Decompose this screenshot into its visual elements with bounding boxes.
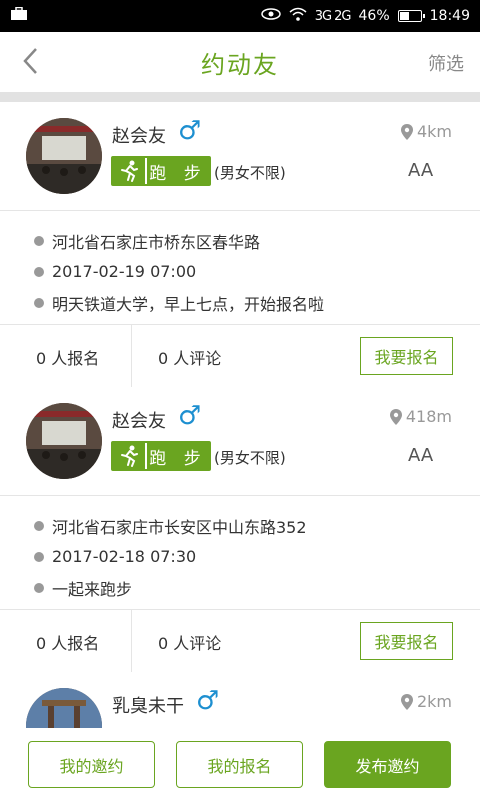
my-invites-button[interactable]: 我的邀约	[28, 741, 155, 788]
location-pin-icon	[389, 408, 402, 425]
avatar[interactable]	[26, 403, 102, 479]
location-pin-icon	[400, 693, 413, 710]
male-icon: ♂	[178, 401, 202, 431]
description: 一起来跑步	[52, 579, 133, 599]
bullet	[34, 235, 44, 246]
address: 河北省石家庄市桥东区春华路	[52, 232, 261, 252]
runner-icon	[113, 158, 145, 184]
location-pin-icon	[400, 123, 413, 140]
activity-label: 跑 步	[145, 158, 209, 184]
datetime: 2017-02-18 07:30	[52, 547, 197, 566]
distance: 418m	[389, 407, 452, 426]
briefcase-icon	[10, 6, 28, 25]
my-signups-button[interactable]: 我的报名	[176, 741, 303, 788]
publish-invite-button[interactable]: 发布邀约	[324, 741, 451, 788]
separator	[131, 325, 132, 389]
avatar[interactable]	[26, 688, 102, 728]
datetime: 2017-02-19 07:00	[52, 262, 197, 281]
invite-card[interactable]: 赵会友 ♂ 4km 跑 步 (男女不限) AA 河北省石家庄市桥东区春华路 20…	[0, 102, 480, 389]
wifi-icon	[289, 7, 307, 25]
separator	[131, 610, 132, 674]
details: 河北省石家庄市长安区中山东路352 2017-02-18 07:30 一起来跑步	[0, 496, 480, 609]
fee-type: AA	[408, 160, 434, 181]
invite-card[interactable]: 乳臭未干 ♂ 2km	[0, 672, 480, 728]
bottom-bar: 我的邀约 我的报名 发布邀约	[0, 728, 480, 800]
bullet	[34, 551, 44, 562]
bullet	[34, 297, 44, 308]
male-icon: ♂	[196, 686, 220, 716]
datetime-row: 2017-02-18 07:30	[34, 541, 480, 572]
clock: 18:49	[429, 8, 470, 24]
comment-count[interactable]: 0 人评论	[158, 610, 221, 674]
battery-percent: 46%	[358, 8, 390, 24]
description-row: 明天铁道大学，早上七点，开始报名啦	[34, 287, 480, 318]
eye-icon	[260, 8, 281, 24]
distance-value: 2km	[416, 692, 452, 711]
distance-value: 4km	[416, 122, 452, 141]
status-bar: 3G 2G 46% 18:49	[0, 0, 480, 32]
filter-button[interactable]: 筛选	[428, 50, 464, 76]
user-name: 赵会友	[112, 126, 166, 147]
nav-shadow	[0, 92, 480, 102]
bullet	[34, 582, 44, 593]
card-actions: 0 人报名 0 人评论 我要报名	[0, 609, 480, 674]
battery-icon	[397, 10, 425, 22]
datetime-row: 2017-02-19 07:00	[34, 256, 480, 287]
back-arrow-icon[interactable]	[18, 46, 48, 76]
description-row: 一起来跑步	[34, 572, 480, 603]
activity-badge: 跑 步	[111, 156, 211, 186]
comment-count[interactable]: 0 人评论	[158, 325, 221, 389]
page-title: 约动友	[201, 50, 279, 79]
card-actions: 0 人报名 0 人评论 我要报名	[0, 324, 480, 389]
signal-label: 3G 2G	[314, 8, 352, 24]
gender-limit: (男女不限)	[214, 449, 286, 467]
address-row: 河北省石家庄市长安区中山东路352	[34, 510, 480, 541]
activity-badge: 跑 步	[111, 441, 211, 471]
avatar[interactable]	[26, 118, 102, 194]
distance-value: 418m	[405, 407, 452, 426]
address-row: 河北省石家庄市桥东区春华路	[34, 225, 480, 256]
signup-count[interactable]: 0 人报名	[36, 610, 99, 674]
details: 河北省石家庄市桥东区春华路 2017-02-19 07:00 明天铁道大学，早上…	[0, 211, 480, 324]
invite-card[interactable]: 赵会友 ♂ 418m 跑 步 (男女不限) AA 河北省石家庄市长安区中山东路3…	[0, 387, 480, 674]
bullet	[34, 266, 44, 277]
user-name: 乳臭未干	[112, 696, 184, 717]
gender-limit: (男女不限)	[214, 164, 286, 182]
distance: 2km	[400, 692, 452, 711]
distance: 4km	[400, 122, 452, 141]
user-name: 赵会友	[112, 411, 166, 432]
signup-count[interactable]: 0 人报名	[36, 325, 99, 389]
bullet	[34, 520, 44, 531]
join-button[interactable]: 我要报名	[360, 337, 453, 375]
runner-icon	[113, 443, 145, 469]
nav-bar: 约动友 筛选	[0, 32, 480, 92]
description: 明天铁道大学，早上七点，开始报名啦	[52, 294, 325, 314]
join-button[interactable]: 我要报名	[360, 622, 453, 660]
activity-label: 跑 步	[145, 443, 209, 469]
address: 河北省石家庄市长安区中山东路352	[52, 517, 307, 537]
fee-type: AA	[408, 445, 434, 466]
male-icon: ♂	[178, 116, 202, 146]
